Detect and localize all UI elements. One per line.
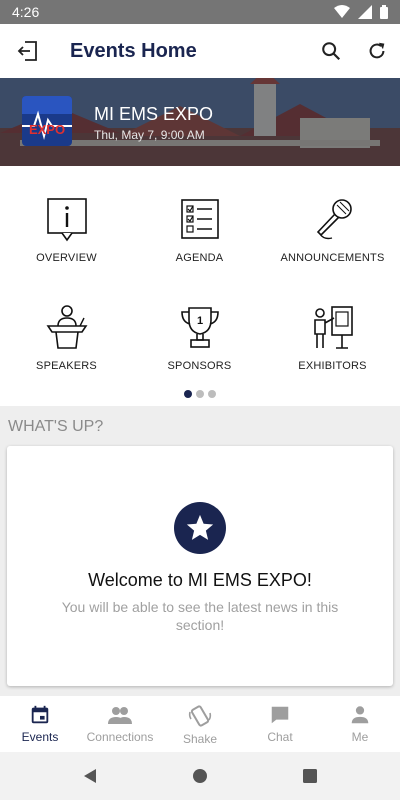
search-icon <box>322 42 341 61</box>
whats-up-heading: WHAT'S UP? <box>8 418 104 435</box>
menu-label-sponsors: SPONSORS <box>167 360 232 372</box>
search-button[interactable] <box>308 24 354 78</box>
menu-item-announcements[interactable]: ANNOUNCEMENTS <box>266 166 399 266</box>
back-triangle-icon <box>84 769 96 783</box>
menu-item-sponsors[interactable]: 1 SPONSORS <box>133 274 266 374</box>
page-dot-1[interactable] <box>184 390 192 398</box>
welcome-message: You will be able to see the latest news … <box>61 599 339 633</box>
nav-label-shake: Shake <box>182 732 218 746</box>
presenter-board-icon <box>313 306 353 349</box>
svg-text:1: 1 <box>196 315 202 327</box>
system-navigation-bar <box>0 752 400 800</box>
nav-shake[interactable]: Shake <box>160 696 240 752</box>
microphone-icon <box>316 199 352 240</box>
chat-icon <box>271 706 289 724</box>
event-logo: EXPO <box>22 96 72 146</box>
signal-icon <box>358 5 372 19</box>
nav-label-events: Events <box>21 730 59 744</box>
exit-icon <box>17 41 37 61</box>
system-recents-button[interactable] <box>255 752 365 800</box>
checklist-icon <box>180 199 219 239</box>
star-badge <box>174 502 226 554</box>
event-banner[interactable]: EXPO MI EMS EXPO Thu, May 7, 9:00 AM <box>0 78 400 166</box>
menu-item-speakers[interactable]: SPEAKERS <box>0 274 133 374</box>
nav-me[interactable]: Me <box>320 696 400 752</box>
page-indicator <box>0 390 400 398</box>
menu-label-speakers: SPEAKERS <box>36 360 97 372</box>
page-dot-2[interactable] <box>196 390 204 398</box>
wifi-icon <box>334 5 350 18</box>
event-date: Thu, May 7, 9:00 AM <box>94 128 205 142</box>
menu-label-agenda: AGENDA <box>175 252 224 264</box>
app-bar: Events Home <box>0 24 400 78</box>
page-title: Events Home <box>70 39 197 62</box>
welcome-title: Welcome to MI EMS EXPO! <box>88 570 312 590</box>
battery-icon <box>380 5 388 19</box>
calendar-icon <box>31 705 49 724</box>
star-icon <box>186 514 214 540</box>
shake-phone-icon <box>188 705 212 727</box>
menu-label-announcements: ANNOUNCEMENTS <box>280 252 385 264</box>
nav-events[interactable]: Events <box>0 696 80 752</box>
menu-label-overview: OVERVIEW <box>36 252 97 264</box>
refresh-button[interactable] <box>354 24 400 78</box>
system-home-button[interactable] <box>145 752 255 800</box>
menu-item-overview[interactable]: OVERVIEW <box>0 166 133 266</box>
home-circle-icon <box>193 769 207 783</box>
menu-item-exhibitors[interactable]: EXHIBITORS <box>266 274 399 374</box>
svg-text:EXPO: EXPO <box>29 122 65 137</box>
nav-label-connections: Connections <box>86 730 154 744</box>
refresh-icon <box>369 42 385 59</box>
whats-up-card: Welcome to MI EMS EXPO! You will be able… <box>7 446 393 686</box>
status-bar: 4:26 <box>0 0 400 24</box>
podium-icon <box>46 305 87 349</box>
people-icon <box>108 707 132 724</box>
event-name: MI EMS EXPO <box>94 104 214 124</box>
nav-chat[interactable]: Chat <box>240 696 320 752</box>
bottom-navigation: Events Connections Shake Chat Me <box>0 696 400 752</box>
trophy-icon: 1 <box>180 307 219 348</box>
menu-label-exhibitors: EXHIBITORS <box>298 360 367 372</box>
system-back-button[interactable] <box>35 752 145 800</box>
menu-item-agenda[interactable]: AGENDA <box>133 166 266 266</box>
nav-label-chat: Chat <box>267 730 293 744</box>
menu-grid: OVERVIEW AGENDA ANNOUNCEMENTS SPEAKERS 1… <box>0 166 400 406</box>
page-dot-3[interactable] <box>208 390 216 398</box>
status-time: 4:26 <box>12 4 40 20</box>
nav-connections[interactable]: Connections <box>80 696 160 752</box>
nav-label-me: Me <box>351 730 369 744</box>
info-icon <box>46 198 87 242</box>
recents-square-icon <box>303 769 317 783</box>
exit-button[interactable] <box>0 24 56 78</box>
person-icon <box>351 706 369 724</box>
